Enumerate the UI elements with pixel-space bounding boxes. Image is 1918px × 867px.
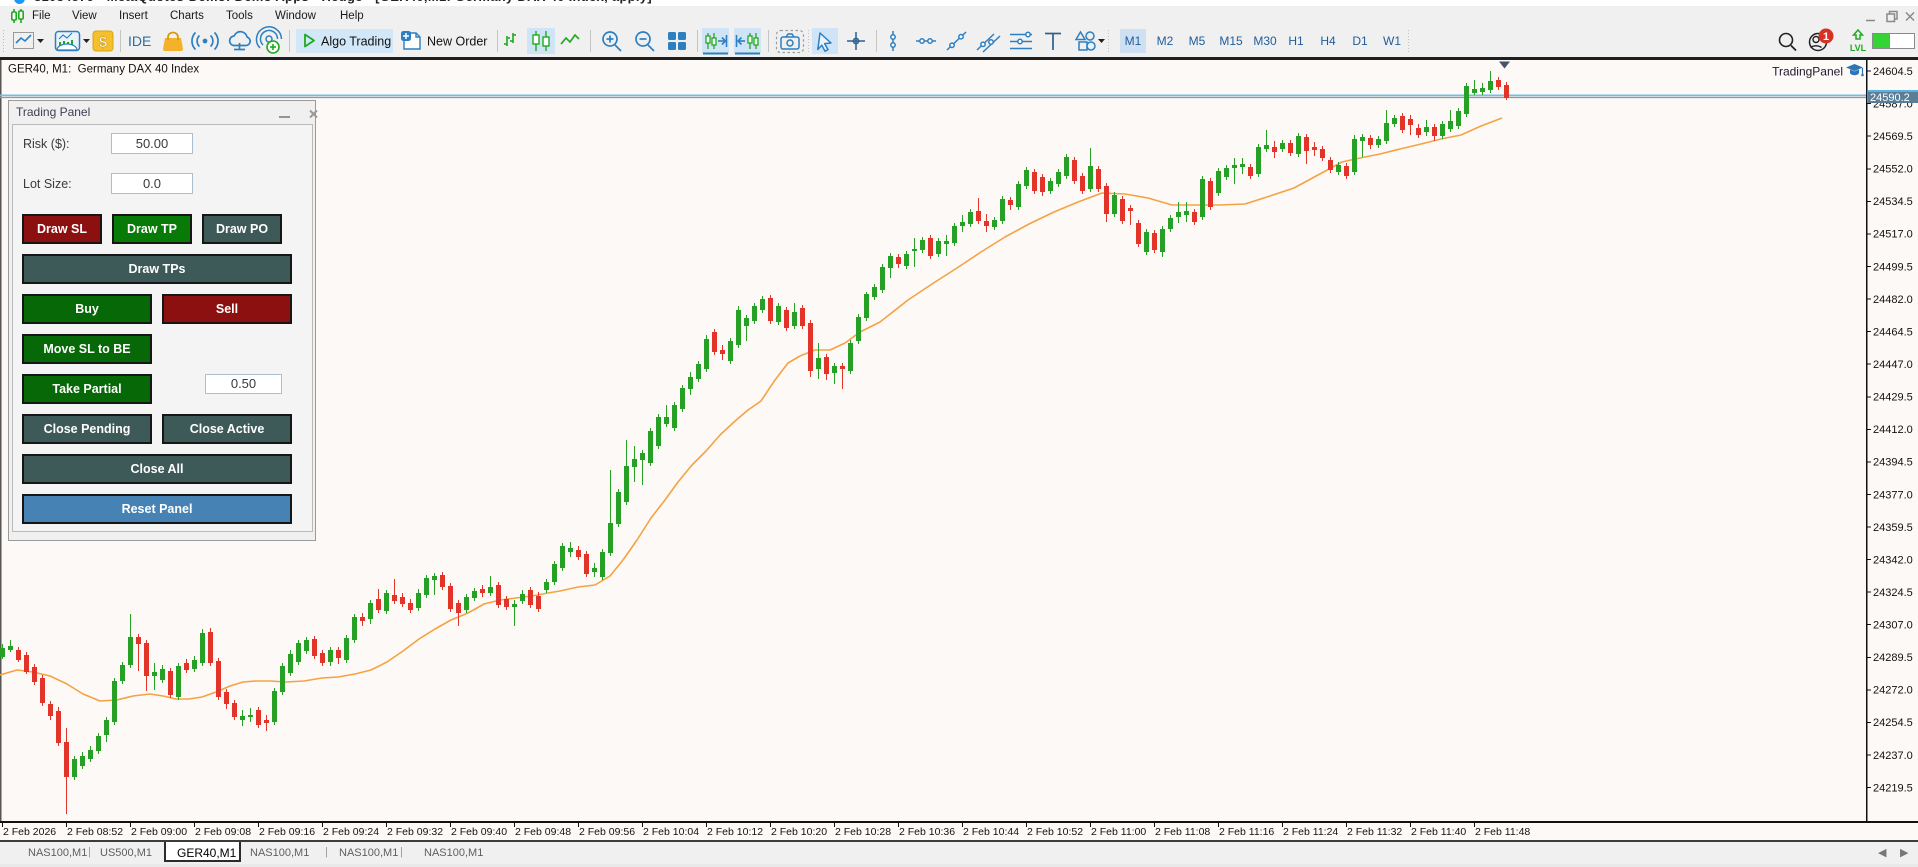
svg-text:2 Feb 10:12: 2 Feb 10:12 bbox=[707, 826, 763, 838]
svg-text:24429.5: 24429.5 bbox=[1873, 392, 1913, 404]
svg-text:2 Feb 09:16: 2 Feb 09:16 bbox=[259, 826, 315, 838]
svg-text:24237.0: 24237.0 bbox=[1873, 750, 1913, 762]
svg-text:24219.5: 24219.5 bbox=[1873, 782, 1913, 794]
svg-text:2 Feb 11:24: 2 Feb 11:24 bbox=[1283, 826, 1338, 838]
svg-text:24272.0: 24272.0 bbox=[1873, 685, 1913, 697]
svg-text:2 Feb 10:04: 2 Feb 10:04 bbox=[643, 826, 699, 838]
svg-text:24412.0: 24412.0 bbox=[1873, 424, 1913, 436]
svg-text:2 Feb 2026: 2 Feb 2026 bbox=[3, 826, 56, 838]
svg-text:2 Feb 11:00: 2 Feb 11:00 bbox=[1091, 826, 1146, 838]
svg-text:2 Feb 10:52: 2 Feb 10:52 bbox=[1027, 826, 1083, 838]
svg-text:2 Feb 11:48: 2 Feb 11:48 bbox=[1475, 826, 1530, 838]
svg-text:GER40, M1: Germany DAX 40 Ind: GER40, M1: Germany DAX 40 Index bbox=[8, 64, 199, 76]
svg-text:2 Feb 09:24: 2 Feb 09:24 bbox=[323, 826, 379, 838]
svg-text:24447.0: 24447.0 bbox=[1873, 359, 1913, 371]
svg-text:2 Feb 09:00: 2 Feb 09:00 bbox=[131, 826, 187, 838]
svg-text:2 Feb 10:44: 2 Feb 10:44 bbox=[963, 826, 1019, 838]
svg-text:24499.5: 24499.5 bbox=[1873, 261, 1913, 273]
svg-text:2 Feb 10:20: 2 Feb 10:20 bbox=[771, 826, 827, 838]
svg-text:24534.5: 24534.5 bbox=[1873, 196, 1913, 208]
svg-text:2 Feb 10:36: 2 Feb 10:36 bbox=[899, 826, 955, 838]
svg-text:24289.5: 24289.5 bbox=[1873, 652, 1913, 664]
svg-text:24394.5: 24394.5 bbox=[1873, 457, 1913, 469]
svg-text:24377.0: 24377.0 bbox=[1873, 489, 1913, 501]
svg-text:2 Feb 11:08: 2 Feb 11:08 bbox=[1155, 826, 1210, 838]
svg-text:2 Feb 11:32: 2 Feb 11:32 bbox=[1347, 826, 1402, 838]
svg-text:24590.2: 24590.2 bbox=[1870, 92, 1910, 104]
svg-text:1: 1 bbox=[1823, 31, 1829, 43]
svg-text:LVL: LVL bbox=[1850, 43, 1867, 53]
svg-text:24359.5: 24359.5 bbox=[1873, 522, 1913, 534]
svg-text:2 Feb 09:32: 2 Feb 09:32 bbox=[387, 826, 443, 838]
svg-text:2 Feb 09:48: 2 Feb 09:48 bbox=[515, 826, 571, 838]
svg-text:24604.5: 24604.5 bbox=[1873, 66, 1913, 78]
svg-text:2 Feb 11:40: 2 Feb 11:40 bbox=[1411, 826, 1466, 838]
svg-text:2 Feb 09:56: 2 Feb 09:56 bbox=[579, 826, 635, 838]
svg-text:24342.0: 24342.0 bbox=[1873, 554, 1913, 566]
svg-text:$: $ bbox=[99, 34, 108, 51]
svg-text:IDE: IDE bbox=[128, 33, 151, 49]
svg-text:2 Feb 09:40: 2 Feb 09:40 bbox=[451, 826, 507, 838]
svg-text:TradingPanel: TradingPanel bbox=[1772, 65, 1843, 79]
svg-text:2 Feb 11:16: 2 Feb 11:16 bbox=[1219, 826, 1274, 838]
svg-text:24482.0: 24482.0 bbox=[1873, 294, 1913, 306]
svg-text:24517.0: 24517.0 bbox=[1873, 229, 1913, 241]
svg-text:24324.5: 24324.5 bbox=[1873, 587, 1913, 599]
svg-text:24464.5: 24464.5 bbox=[1873, 326, 1913, 338]
svg-text:24254.5: 24254.5 bbox=[1873, 717, 1913, 729]
svg-text:2 Feb 10:28: 2 Feb 10:28 bbox=[835, 826, 891, 838]
svg-text:24307.0: 24307.0 bbox=[1873, 620, 1913, 632]
svg-text:24552.0: 24552.0 bbox=[1873, 164, 1913, 176]
svg-text:24569.5: 24569.5 bbox=[1873, 131, 1913, 143]
svg-text:2 Feb 08:52: 2 Feb 08:52 bbox=[67, 826, 123, 838]
svg-text:New Order: New Order bbox=[427, 35, 487, 49]
svg-text:2 Feb 09:08: 2 Feb 09:08 bbox=[195, 826, 251, 838]
svg-text:Algo Trading: Algo Trading bbox=[321, 35, 391, 49]
